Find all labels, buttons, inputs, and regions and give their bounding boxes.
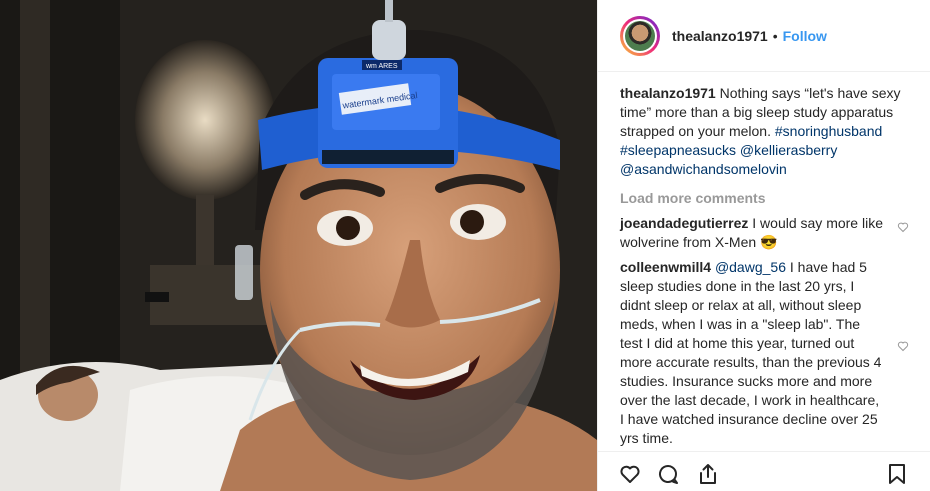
load-more-comments-button[interactable]: Load more comments: [620, 189, 909, 208]
comment-like-icon[interactable]: [897, 340, 909, 352]
comment-username[interactable]: joeandadegutierrez: [620, 215, 748, 231]
bookmark-icon[interactable]: [885, 462, 909, 486]
post-photo[interactable]: watermark medical wm ARES: [0, 0, 597, 491]
post-side-panel: thealanzo1971 • Follow thealanzo1971 Not…: [597, 0, 930, 491]
header-username[interactable]: thealanzo1971: [672, 28, 768, 44]
post-caption: thealanzo1971 Nothing says “let's have s…: [620, 84, 909, 179]
avatar-image: [625, 20, 655, 51]
avatar-ring: [623, 18, 657, 53]
comments-list[interactable]: thealanzo1971 Nothing says “let's have s…: [598, 84, 930, 454]
share-icon[interactable]: [696, 462, 720, 486]
lamp-shade: [135, 40, 275, 200]
header-separator: •: [772, 27, 778, 44]
comment-text: I have had 5 sleep studies done in the l…: [620, 259, 882, 446]
comment-mention[interactable]: @dawg_56: [715, 259, 786, 275]
avatar[interactable]: [620, 15, 660, 56]
follow-button[interactable]: Follow: [783, 28, 827, 44]
selfie-photo: watermark medical wm ARES: [0, 0, 597, 491]
comment-bubble-icon[interactable]: [656, 462, 680, 486]
caption-username[interactable]: thealanzo1971: [620, 85, 716, 101]
heart-icon[interactable]: [618, 462, 642, 486]
comment-item: joeandadegutierrez I would say more like…: [620, 214, 909, 252]
comment-username[interactable]: colleenwmill4: [620, 259, 711, 275]
post-actions-bar: [598, 451, 930, 491]
comment-item: colleenwmill4 @dawg_56 I have had 5 slee…: [620, 258, 909, 448]
device-valve: [372, 20, 406, 60]
water-bottle: [235, 245, 253, 300]
post-header: thealanzo1971 • Follow: [598, 0, 930, 72]
comment-like-icon[interactable]: [897, 221, 909, 233]
instagram-post: watermark medical wm ARES thealanzo1971 …: [0, 0, 930, 491]
device-brand-label: wm ARES: [365, 63, 398, 70]
